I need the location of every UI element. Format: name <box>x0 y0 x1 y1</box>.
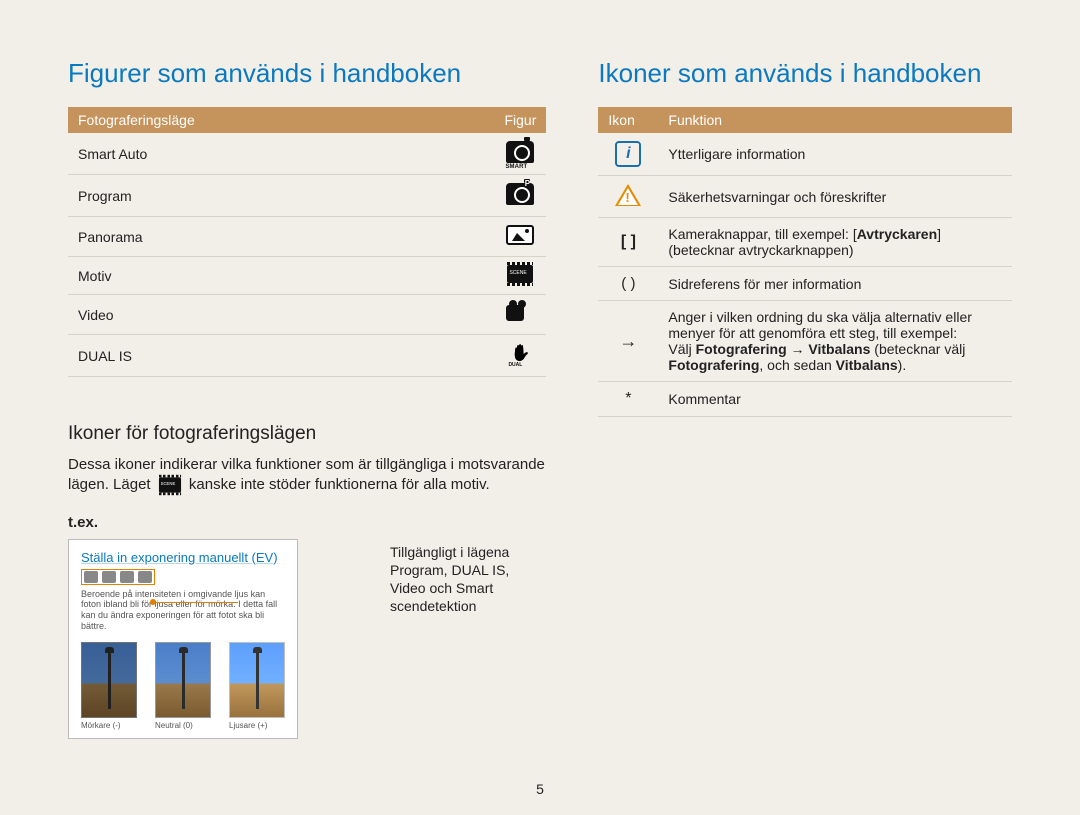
table-row: * Kommentar <box>598 382 1012 417</box>
thumb: Neutral (0) <box>155 642 211 730</box>
mode-label: Program <box>68 175 494 217</box>
function-desc: Säkerhetsvarningar och föreskrifter <box>658 176 1012 218</box>
thumb: Mörkare (-) <box>81 642 137 730</box>
thumb-caption: Mörkare (-) <box>81 721 137 730</box>
thumb: Ljusare (+) <box>229 642 285 730</box>
function-desc: Kameraknappar, till exempel: [Avtryckare… <box>658 218 1012 267</box>
mode-icons-subheading: Ikoner för fotograferingslägen <box>68 423 546 445</box>
table-row: Video <box>68 295 546 335</box>
callout-note: Tillgängligt i lägena Program, DUAL IS, … <box>390 539 546 616</box>
table-row: [ ] Kameraknappar, till exempel: [Avtryc… <box>598 218 1012 267</box>
mode-label: Panorama <box>68 217 494 257</box>
table-row: Motiv <box>68 257 546 295</box>
thumb-image <box>155 642 211 718</box>
callout-desc: Beroende på intensiteten i omgivande lju… <box>81 589 285 632</box>
function-desc: Kommentar <box>658 382 1012 417</box>
mode-mini-icon <box>138 571 152 583</box>
callout-title: Ställa in exponering manuellt (EV) <box>81 550 285 565</box>
bracket-icon: [ ] <box>621 233 636 250</box>
thumb-caption: Neutral (0) <box>155 721 211 730</box>
mode-mini-icon <box>102 571 116 583</box>
dual-is-icon <box>506 343 534 365</box>
function-desc: Anger i vilken ordning du ska välja alte… <box>658 301 1012 382</box>
scene-icon <box>507 265 533 283</box>
icons-th-icon: Ikon <box>598 107 658 133</box>
mode-label: DUAL IS <box>68 335 494 377</box>
callout-thumbs: Mörkare (-) Neutral (0) Ljusare (+) <box>81 642 285 730</box>
smart-auto-icon: SMART <box>506 141 534 163</box>
warning-icon <box>615 184 641 206</box>
table-row: Panorama <box>68 217 546 257</box>
panorama-icon <box>506 225 534 245</box>
info-icon: i <box>615 141 641 167</box>
thumb-caption: Ljusare (+) <box>229 721 285 730</box>
thumb-image <box>229 642 285 718</box>
arrow-icon: → <box>619 331 637 351</box>
table-row: DUAL IS <box>68 335 546 377</box>
table-row: → Anger i vilken ordning du ska välja al… <box>598 301 1012 382</box>
mode-label: Smart Auto <box>68 133 494 175</box>
function-desc: Sidreferens för mer information <box>658 267 1012 301</box>
scene-icon-inline <box>157 475 183 495</box>
figures-heading: Figurer som används i handboken <box>68 58 546 89</box>
mode-label: Video <box>68 295 494 335</box>
function-desc: Ytterligare information <box>658 133 1012 176</box>
table-row: Smart Auto SMART <box>68 133 546 175</box>
right-column: Ikoner som används i handboken Ikon Funk… <box>598 58 1012 739</box>
figures-table: Fotograferingsläge Figur Smart Auto SMAR… <box>68 107 546 377</box>
table-row: Program <box>68 175 546 217</box>
thumb-image <box>81 642 137 718</box>
figures-th-mode: Fotograferingsläge <box>68 107 494 133</box>
mode-mini-icon <box>84 571 98 583</box>
figures-th-figure: Figur <box>494 107 546 133</box>
callout-leader-line <box>154 602 238 603</box>
star-icon: * <box>625 390 631 407</box>
icons-th-function: Funktion <box>658 107 1012 133</box>
example-callout: Ställa in exponering manuellt (EV) Beroe… <box>68 539 298 739</box>
mode-mini-icon <box>120 571 134 583</box>
table-row: i Ytterligare information <box>598 133 1012 176</box>
callout-mode-icons <box>81 569 155 585</box>
mode-label: Motiv <box>68 257 494 295</box>
mode-icons-body: Dessa ikoner indikerar vilka funktioner … <box>68 455 546 496</box>
icons-table: Ikon Funktion i Ytterligare information … <box>598 107 1012 417</box>
body-text: kanske inte stöder funktionerna för alla… <box>189 476 490 493</box>
table-row: Säkerhetsvarningar och föreskrifter <box>598 176 1012 218</box>
paren-icon: ( ) <box>621 275 635 292</box>
page-number: 5 <box>536 781 544 797</box>
program-icon <box>506 183 534 205</box>
video-icon <box>506 303 534 323</box>
left-column: Figurer som används i handboken Fotograf… <box>68 58 546 739</box>
icons-heading: Ikoner som används i handboken <box>598 58 1012 89</box>
table-row: ( ) Sidreferens för mer information <box>598 267 1012 301</box>
example-label: t.ex. <box>68 514 546 531</box>
